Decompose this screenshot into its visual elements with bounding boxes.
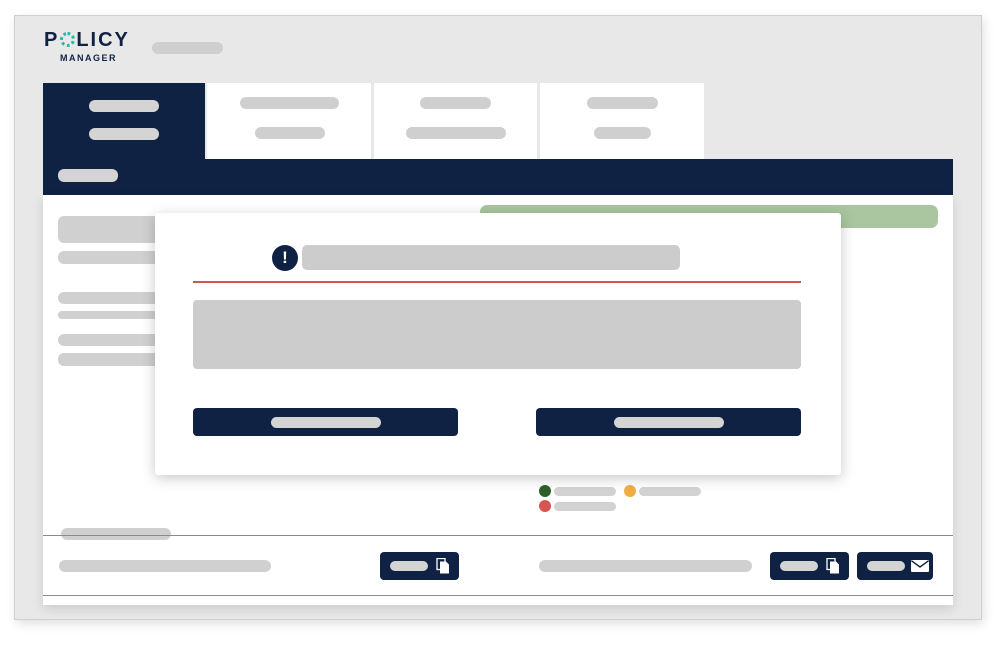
tab-3[interactable] (374, 83, 537, 159)
legend-red-label (554, 502, 616, 511)
tab-3-line-2 (406, 127, 506, 139)
logo-subtitle: MANAGER (60, 53, 117, 63)
field-label-placeholder (58, 292, 168, 304)
legend-green-label (554, 487, 616, 496)
dialog-primary-button[interactable] (193, 408, 458, 436)
section-heading-placeholder (61, 528, 171, 540)
content-subtitle-placeholder (58, 251, 168, 264)
section-nav-bar (43, 159, 953, 195)
logo-letter-p: P (44, 29, 60, 51)
envelope-icon (911, 560, 929, 572)
tab-2-line-1 (240, 97, 339, 109)
tab-4-line-2 (594, 127, 651, 139)
document-name-placeholder (59, 560, 271, 572)
tab-4[interactable] (540, 83, 704, 159)
copy-button[interactable] (770, 552, 849, 580)
field-value-placeholder (58, 353, 168, 366)
dialog-secondary-button[interactable] (536, 408, 801, 436)
legend-red-dot (539, 500, 551, 512)
dialog-message-placeholder (193, 300, 801, 369)
logo-wordmark: P LICY (44, 30, 130, 50)
field-label-placeholder (58, 334, 168, 346)
tab-1[interactable] (43, 83, 205, 159)
tab-2[interactable] (207, 83, 371, 159)
tab-4-line-1 (587, 97, 658, 109)
legend-green-dot (539, 485, 551, 497)
header-placeholder (152, 42, 223, 54)
dialog-title-placeholder (302, 245, 680, 270)
dialog-secondary-button-label (614, 417, 724, 428)
tab-3-line-1 (420, 97, 491, 109)
legend-orange-dot (624, 485, 636, 497)
document-name-placeholder (539, 560, 752, 572)
copy-button-label (780, 561, 818, 571)
document-copy-icon (436, 558, 449, 574)
tab-1-line-1 (89, 100, 159, 112)
content-title-placeholder (58, 216, 168, 243)
field-value-placeholder (58, 311, 168, 319)
policy-manager-logo: P LICY MANAGER (44, 30, 139, 66)
tab-2-line-2 (255, 127, 325, 139)
logo-letters: LICY (76, 29, 130, 51)
logo-ring-icon (60, 32, 76, 47)
document-copy-icon (826, 558, 839, 574)
section-divider (43, 595, 953, 596)
tab-1-line-2 (89, 128, 159, 140)
copy-button-label (390, 561, 428, 571)
exclamation-circle-icon: ! (272, 245, 298, 271)
email-button[interactable] (857, 552, 933, 580)
nav-breadcrumb[interactable] (58, 169, 118, 182)
email-button-label (867, 561, 905, 571)
dialog-primary-button-label (271, 417, 381, 428)
section-divider (43, 535, 953, 536)
dialog-title-rule (193, 281, 801, 283)
legend-orange-label (639, 487, 701, 496)
copy-button[interactable] (380, 552, 459, 580)
alert-dialog: ! (155, 213, 841, 475)
